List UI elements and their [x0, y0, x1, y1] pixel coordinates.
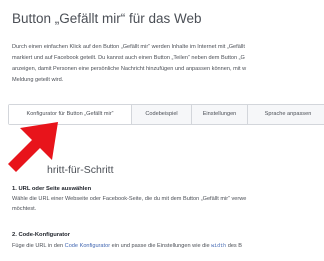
- step-1-text-cont: möchtest.: [12, 206, 37, 212]
- section-heading: hritt-für-Schritt: [47, 164, 114, 176]
- tab-code-example[interactable]: Codebeispiel: [132, 105, 192, 124]
- page-title: Button „Gefällt mir“ für das Web: [12, 11, 202, 26]
- step-2-text-post: des B: [226, 243, 243, 249]
- tab-settings[interactable]: Einstellungen: [192, 105, 248, 124]
- intro-line: Durch einen einfachen Klick auf den Butt…: [12, 44, 245, 50]
- step-2-title: 2. Code-Konfigurator: [12, 232, 70, 238]
- intro-line: anzeigen, damit Personen eine persönlich…: [12, 66, 247, 72]
- intro-line: Meldung geteilt wird.: [12, 77, 64, 83]
- step-2-text-mid: ein und passe die Einstellungen wie die: [110, 243, 212, 249]
- red-pointer-arrow-icon: [8, 122, 58, 172]
- width-code: width: [211, 243, 227, 249]
- step-1-title: 1. URL oder Seite auswählen: [12, 186, 92, 192]
- step-1-text: Wähle die URL einer Webseite oder Facebo…: [12, 196, 247, 202]
- step-2-text-pre: Füge die URL in den: [12, 243, 65, 249]
- tab-language[interactable]: Sprache anpassen: [248, 105, 324, 124]
- intro-line: markiert und auf Facebook geteilt. Du ka…: [12, 55, 245, 61]
- intro-paragraph: Durch einen einfachen Klick auf den Butt…: [12, 42, 324, 86]
- page: Button „Gefällt mir“ für das Web Durch e…: [0, 0, 324, 261]
- code-configurator-link[interactable]: Code Konfigurator: [65, 243, 110, 249]
- step-2-text: Füge die URL in den Code Konfigurator ei…: [12, 241, 242, 251]
